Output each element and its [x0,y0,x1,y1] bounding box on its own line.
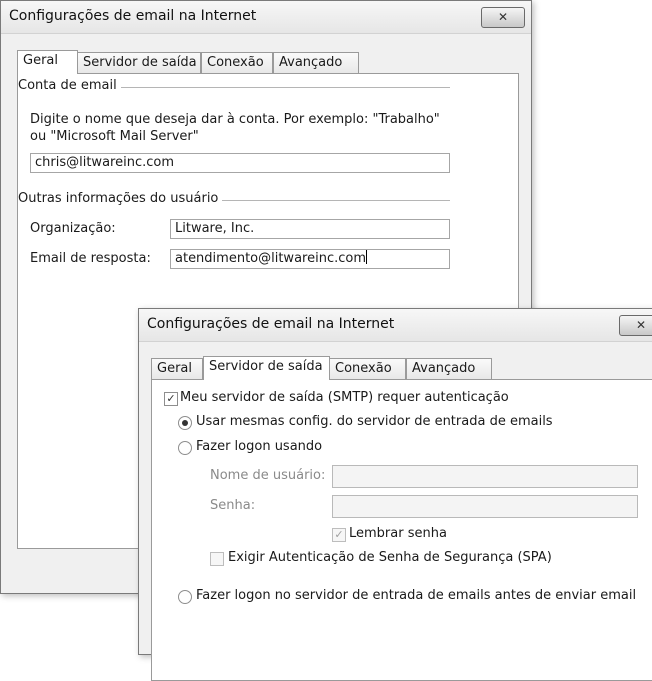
text-caret [366,250,367,264]
reply-email-value: atendimento@litwareinc.com [175,251,366,266]
front-dialog: Configurações de email na Internet ✕ Ger… [138,308,652,681]
password-label: Senha: [210,498,256,513]
smtp-auth-label: Meu servidor de saída (SMTP) requer aute… [180,390,509,405]
close-button[interactable]: ✕ [619,315,652,336]
account-hint-line2: ou "Microsoft Mail Server" [30,129,199,144]
title-bar: Configurações de email na Internet ✕ [1,1,531,34]
use-same-settings-radio[interactable] [178,416,192,430]
dialog-title: Configurações de email na Internet [9,8,257,24]
close-button[interactable]: ✕ [481,7,525,28]
logon-using-label: Fazer logon usando [196,439,323,454]
dialog-title: Configurações de email na Internet [147,316,395,332]
tab-conexao[interactable]: Conexão [329,358,406,379]
tab-servidor-de-saida[interactable]: Servidor de saída [77,52,201,73]
tab-geral[interactable]: Geral [17,50,78,74]
title-bar: Configurações de email na Internet ✕ [139,309,652,342]
account-name-input[interactable]: chris@litwareinc.com [30,153,450,173]
account-group-label: Conta de email [18,78,121,93]
tab-strip: Geral Servidor de saída Conexão Avançado [151,356,651,380]
spa-checkbox[interactable] [210,552,224,566]
tab-panel-servidor-de-saida: ✓ Meu servidor de saída (SMTP) requer au… [151,379,652,681]
use-same-settings-label: Usar mesmas config. do servidor de entra… [196,414,553,429]
logon-incoming-first-radio[interactable] [178,590,192,604]
tab-geral[interactable]: Geral [151,358,203,379]
user-info-group-label: Outras informações do usuário [18,191,223,206]
spa-label: Exigir Autenticação de Senha de Seguranç… [228,550,552,565]
username-label: Nome de usuário: [210,468,326,483]
tab-strip: Geral Servidor de saída Conexão Avançado [17,50,517,74]
account-hint: Digite o nome que deseja dar à conta. Po… [30,112,440,127]
username-input[interactable] [332,465,638,488]
smtp-auth-checkbox[interactable]: ✓ [164,392,178,406]
reply-email-input[interactable]: atendimento@litwareinc.com [170,249,450,269]
reply-email-label: Email de resposta: [30,251,151,266]
organization-label: Organização: [30,221,116,236]
tab-avancado[interactable]: Avançado [273,52,359,73]
tab-conexao[interactable]: Conexão [201,52,273,73]
organization-input[interactable]: Litware, Inc. [170,219,450,239]
logon-using-radio[interactable] [178,441,192,455]
remember-password-checkbox[interactable]: ✓ [332,528,346,542]
tab-avancado[interactable]: Avançado [406,358,492,379]
logon-incoming-first-label: Fazer logon no servidor de entrada de em… [196,588,637,603]
password-input[interactable] [332,495,638,518]
tab-servidor-de-saida[interactable]: Servidor de saída [203,356,330,380]
remember-password-label: Lembrar senha [349,526,447,541]
